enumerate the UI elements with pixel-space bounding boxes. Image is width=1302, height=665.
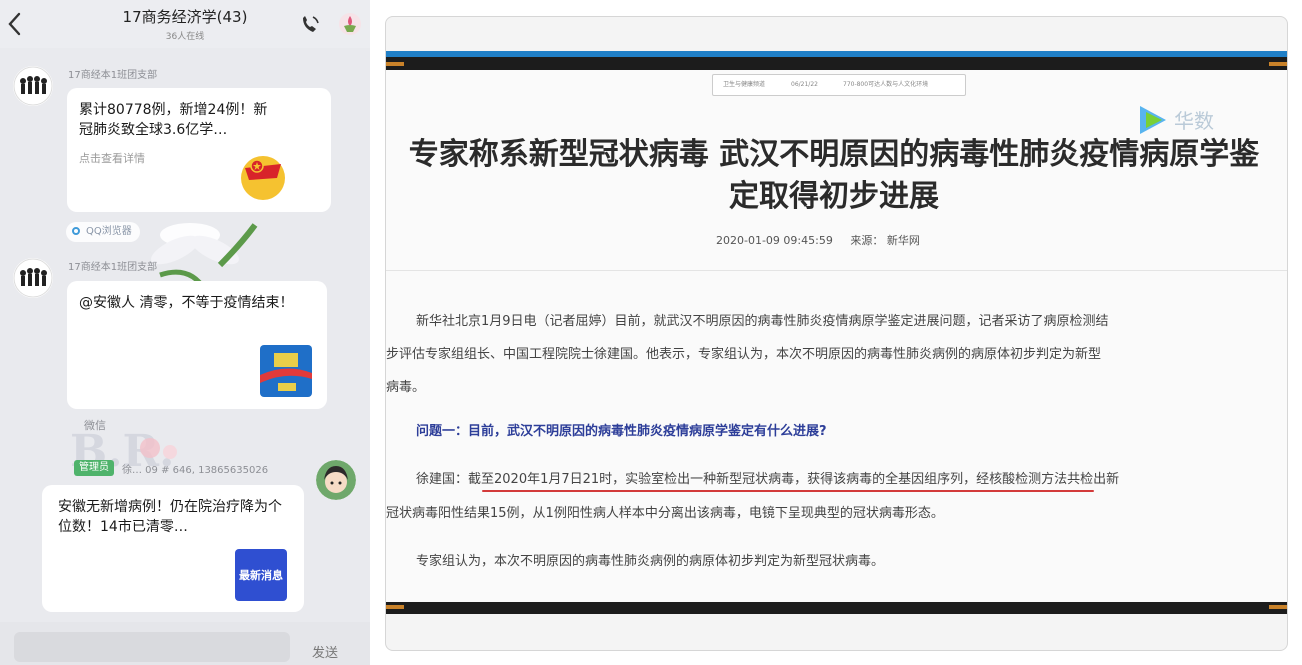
link-card[interactable]: @安徽人 清零，不等于疫情结束！ xyxy=(67,281,327,409)
card-footer-source: 微信 xyxy=(84,419,106,432)
send-button[interactable]: 发送 xyxy=(312,642,338,661)
paragraph-line: 病毒。 xyxy=(386,380,426,395)
source-tag-label: QQ浏览器 xyxy=(86,226,132,237)
message-input[interactable] xyxy=(14,632,290,662)
cartoon-girl-avatar xyxy=(316,460,356,500)
article-nav-bar: 卫生与健康频道 06/21/22 770-800可达人数与人文化环境 xyxy=(712,74,966,96)
link-card[interactable]: 安徽无新增病例！仍在院治疗降为个位数！14市已清零… 最新消息 xyxy=(42,485,304,612)
article-title-line: 专家称系新型冠状病毒 武汉不明原因的病毒性肺炎疫情病原学鉴 xyxy=(408,137,1260,172)
article-title-line: 定取得初步进展 xyxy=(729,179,939,214)
phone-call-icon[interactable] xyxy=(298,12,322,36)
youth-league-emblem-icon xyxy=(241,156,285,200)
card-title: @安徽人 清零，不等于疫情结束！ xyxy=(79,295,294,311)
group-chat-panel: B.R. 17商务经济学(43) 36人在线 17商经本1班团支部 累计8077… xyxy=(0,0,370,665)
card-subtitle: 点击查看详情 xyxy=(79,152,145,165)
paragraph-line: 专家组认为，本次不明原因的病毒性肺炎病例的病原体初步判定为新型冠状病毒。 xyxy=(416,554,885,569)
sender-name: 17商经本1班团支部 xyxy=(68,262,158,273)
team-silhouette-icon xyxy=(13,66,53,106)
latest-news-thumbnail: 最新消息 xyxy=(235,549,287,601)
sender-name: 徐… 09 # 646, 13865635026 xyxy=(122,465,269,476)
letterbox-bottom xyxy=(386,602,1287,614)
paragraph-line: 冠状病毒阳性结果15例，从1例阳性病人样本中分离出该病毒，电镜下呈现典型的冠状病… xyxy=(386,506,944,521)
link-card[interactable]: 累计80778例，新增24例！新冠肺炎致全球3.6亿学… 点击查看详情 xyxy=(67,88,331,212)
nav-item: 卫生与健康频道 xyxy=(723,81,766,88)
anhui-news-thumbnail xyxy=(260,345,312,397)
chat-header: 17商务经济学(43) 36人在线 xyxy=(0,0,370,48)
avatar[interactable] xyxy=(13,258,53,298)
publish-time: 2020-01-09 09:45:59 xyxy=(716,234,833,247)
thumbnail-text: 最新消息 xyxy=(239,569,283,582)
logo-text: 华数 xyxy=(1174,109,1214,133)
sender-name: 17商经本1班团支部 xyxy=(68,70,158,81)
input-bar: 发送 xyxy=(0,622,370,665)
nav-item: 06/21/22 xyxy=(791,81,818,88)
question-heading: 问题一：目前，武汉不明原因的病毒性肺炎疫情病原学鉴定有什么进展? xyxy=(416,424,827,439)
admin-badge: 管理员 xyxy=(74,460,114,476)
qq-browser-icon xyxy=(72,227,80,235)
red-underline-annotation xyxy=(482,490,1094,492)
news-article: 卫生与健康频道 06/21/22 770-800可达人数与人文化环境 华数 专家… xyxy=(386,70,1287,602)
card-title: 安徽无新增病例！仍在院治疗降为个位数！14市已清零… xyxy=(58,499,282,535)
nav-item: 770-800可达人数与人文化环境 xyxy=(843,81,929,88)
letterbox-top xyxy=(386,57,1287,70)
avatar[interactable] xyxy=(316,460,356,500)
article-meta: 2020-01-09 09:45:59 来源： 新华网 xyxy=(716,232,934,248)
article-title: 专家称系新型冠状病毒 武汉不明原因的病毒性肺炎疫情病原学鉴 定取得初步进展 xyxy=(386,134,1287,218)
admin-badge-label: 管理员 xyxy=(79,462,109,473)
divider xyxy=(386,270,1287,271)
video-frame[interactable]: 卫生与健康频道 06/21/22 770-800可达人数与人文化环境 华数 专家… xyxy=(385,16,1288,651)
paragraph-line: 徐建国：截至2020年1月7日21时，实验室检出一种新型冠状病毒，获得该病毒的全… xyxy=(416,472,1120,487)
paragraph-line: 步评估专家组组长、中国工程院院士徐建国。他表示，专家组认为，本次不明原因的病毒性… xyxy=(386,347,1102,362)
article-source: 来源： 新华网 xyxy=(850,234,920,247)
group-avatar-icon[interactable] xyxy=(338,12,362,36)
paragraph-line: 新华社北京1月9日电（记者屈婷）目前，就武汉不明原因的病毒性肺炎疫情病原学鉴定进… xyxy=(416,314,1109,329)
avatar[interactable] xyxy=(13,66,53,106)
card-title: 累计80778例，新增24例！新冠肺炎致全球3.6亿学… xyxy=(79,102,268,138)
team-silhouette-icon xyxy=(13,258,53,298)
source-tag: QQ浏览器 xyxy=(66,222,140,242)
